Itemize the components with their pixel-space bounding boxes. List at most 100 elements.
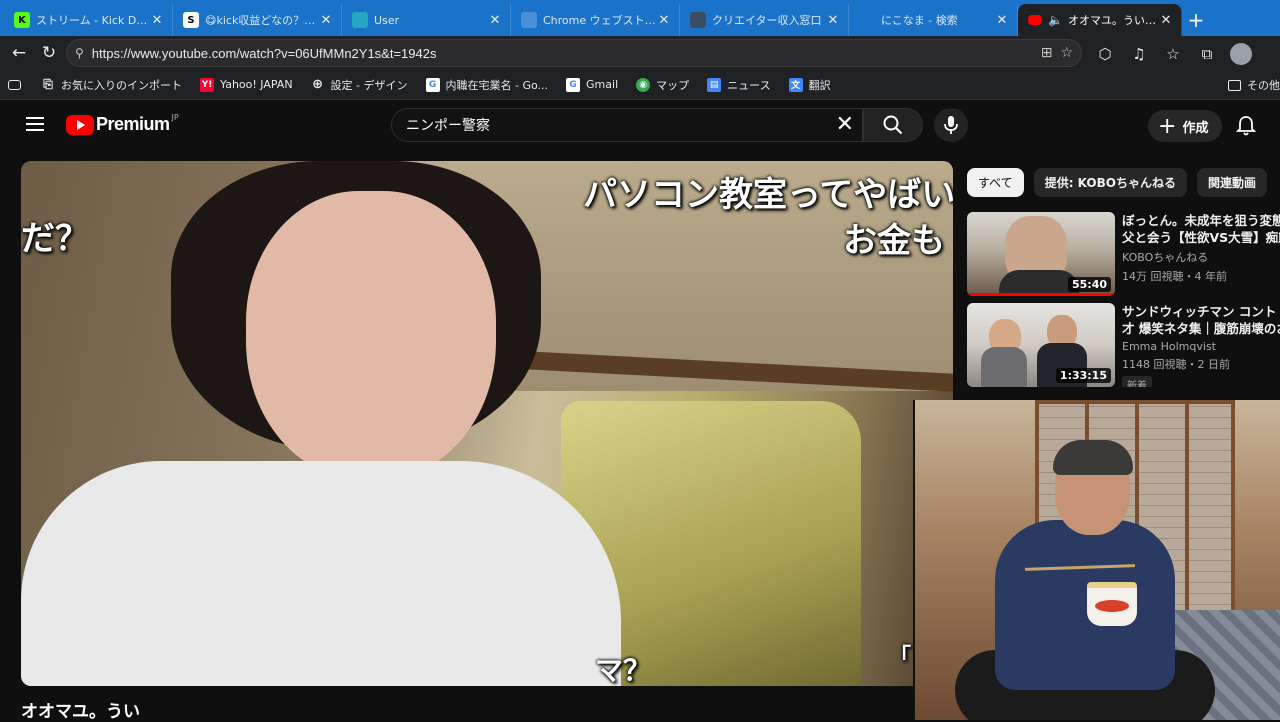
bookmark-news[interactable]: ▤ ニュース [707, 77, 771, 93]
video-title[interactable]: サンドウィッチマン コント・ 才 爆笑ネタ集｜腹筋崩壊のお [1122, 303, 1280, 337]
menu-icon[interactable] [26, 117, 44, 131]
video-stats: 14万 回視聴・4 年前 [1122, 270, 1227, 283]
search-icon [883, 115, 903, 135]
bookmark-label: その他 [1247, 79, 1280, 92]
microphone-icon [944, 116, 958, 134]
youtube-logo-icon [66, 114, 94, 135]
bookmark-translate[interactable]: 文 翻訳 [788, 77, 831, 93]
region-label: JP [171, 113, 179, 122]
tab-kick-dashboard[interactable]: K ストリーム - Kick Dashboard ✕ [4, 4, 173, 36]
url-text[interactable]: https://www.youtube.com/watch?v=06UfMMn2… [92, 46, 1041, 61]
chip-related[interactable]: 関連動画 [1196, 168, 1267, 197]
search-input[interactable]: ニンポー警察 ✕ [391, 108, 863, 142]
app-grid-icon[interactable]: ⊞ [1041, 45, 1053, 61]
search-query[interactable]: ニンポー警察 [406, 115, 490, 135]
bookmark-google-search[interactable]: G 内職在宅業名 - Go... [425, 77, 548, 93]
pip-noodle-cup [1087, 582, 1137, 626]
web-store-icon [521, 12, 537, 28]
video-caption-left: だ？ [21, 219, 89, 259]
extensions-icon[interactable]: ⬡ [1090, 39, 1120, 69]
tab-user[interactable]: User ✕ [342, 4, 511, 36]
gmail-icon: G [566, 77, 581, 92]
chip-channel[interactable]: 提供: KOBOちゃんねる [1033, 168, 1187, 197]
pip-person-body [995, 520, 1175, 690]
new-tab-button[interactable]: + [1182, 4, 1210, 36]
video-player[interactable]: パソコン教室ってやばい お金も だ？ マ？ 「 [21, 161, 953, 686]
favorites-icon[interactable]: ☆ [1158, 39, 1188, 69]
channel-name[interactable]: KOBOちゃんねる [1122, 249, 1280, 265]
voice-search-button[interactable] [934, 108, 968, 142]
clear-search-icon[interactable]: ✕ [836, 112, 854, 137]
bookmark-label: Gmail [586, 78, 619, 91]
close-icon[interactable]: ✕ [1159, 13, 1173, 28]
title-line: 父と会う【性欲VS大雪】痴態 [1122, 230, 1280, 245]
tab-title: 😋kick収益どなの？😋 An [205, 14, 319, 27]
picture-in-picture-video[interactable] [913, 400, 1280, 720]
favorite-star-icon[interactable]: ☆ [1060, 45, 1073, 61]
bookmark-label: お気に入りのインポート [61, 78, 182, 92]
bookmark-other-folder[interactable]: その他 [1228, 77, 1280, 93]
folder-icon [1228, 79, 1241, 91]
site-info-icon[interactable]: ⚲ [75, 46, 84, 60]
bookmark-label: マップ [656, 78, 690, 92]
title-line: サンドウィッチマン コント・ [1122, 304, 1280, 319]
notifications-bell-icon[interactable] [1234, 114, 1258, 138]
bookmarks-bar: ⎘ お気に入りのインポート Y! Yahoo! JAPAN ⊕ 設定 - デザイ… [0, 70, 1280, 100]
video-caption-bottom: マ？ [595, 654, 652, 686]
close-icon[interactable]: ✕ [995, 13, 1009, 28]
bookmark-label: ニュース [727, 78, 771, 92]
bookmark-maps[interactable]: ◉ マップ [636, 77, 689, 93]
media-control-icon[interactable]: ♫ [1124, 39, 1154, 69]
profile-avatar[interactable] [1230, 43, 1252, 65]
title-line: ぼっとん。未成年を狙う変態 [1122, 213, 1280, 228]
browser-toolbar: ← ↻ ⚲ https://www.youtube.com/watch?v=06… [0, 36, 1280, 70]
speaker-icon[interactable]: 🔈 [1048, 13, 1063, 27]
tab-actions-icon[interactable] [8, 79, 27, 90]
video-thumbnail[interactable]: 1:33:15 [967, 303, 1115, 387]
close-icon[interactable]: ✕ [826, 13, 840, 28]
tab-creator-income[interactable]: クリエイター収入窓口 ✕ [680, 4, 849, 36]
recommended-video[interactable]: 1:33:15 サンドウィッチマン コント・ 才 爆笑ネタ集｜腹筋崩壊のお Em… [967, 303, 1280, 387]
search-page-icon [859, 12, 875, 28]
bookmark-gmail[interactable]: G Gmail [566, 77, 619, 92]
bookmark-settings-design[interactable]: ⊕ 設定 - デザイン [311, 77, 408, 93]
bookmark-yahoo-japan[interactable]: Y! Yahoo! JAPAN [200, 77, 293, 92]
youtube-icon [1028, 15, 1042, 25]
video-caption-second: お金も [843, 221, 945, 261]
tab-niconama-search[interactable]: にこなま - 検索 ✕ [849, 4, 1018, 36]
pip-person-hair [1053, 440, 1133, 475]
reload-button[interactable]: ↻ [34, 38, 64, 68]
video-person-shirt [21, 461, 621, 686]
recommended-video[interactable]: 55:40 ぼっとん。未成年を狙う変態 父と会う【性欲VS大雪】痴態 KOBOち… [967, 212, 1280, 296]
video-title[interactable]: ぼっとん。未成年を狙う変態 父と会う【性欲VS大雪】痴態 [1122, 212, 1280, 246]
youtube-premium-logo[interactable]: Premium JP [66, 113, 179, 135]
video-thumbnail[interactable]: 55:40 [967, 212, 1115, 296]
tab-kick-revenue[interactable]: S 😋kick収益どなの？😋 An ✕ [173, 4, 342, 36]
channel-name[interactable]: Emma Holmqvist [1122, 340, 1280, 353]
watch-progress-bar [967, 293, 1115, 296]
address-bar[interactable]: ⚲ https://www.youtube.com/watch?v=06UfMM… [66, 39, 1082, 67]
close-icon[interactable]: ✕ [488, 13, 502, 28]
bookmark-label: 設定 - デザイン [330, 78, 408, 92]
chip-all[interactable]: すべて [967, 168, 1024, 197]
tab-chrome-web-store[interactable]: Chrome ウェブストア - 拡張 ✕ [511, 4, 680, 36]
plus-icon: + [1158, 113, 1177, 139]
back-button[interactable]: ← [4, 38, 34, 68]
bookmark-import-favorites[interactable]: ⎘ お気に入りのインポート [41, 77, 182, 93]
youtube-header: Premium JP ニンポー警察 ✕ + 作成 [0, 101, 1280, 151]
close-icon[interactable]: ✕ [657, 13, 671, 28]
thumbnail-body [981, 347, 1027, 387]
collections-icon[interactable]: ⧉ [1192, 39, 1222, 69]
globe-icon: ⊕ [312, 77, 323, 92]
tab-youtube-active[interactable]: 🔈 オオマユ。うい - YouTube ✕ [1018, 4, 1182, 36]
tab-title: Chrome ウェブストア - 拡張 [543, 14, 657, 27]
video-stats: 1148 回視聴・2 日前 [1122, 358, 1230, 371]
create-button[interactable]: + 作成 [1148, 110, 1223, 142]
close-icon[interactable]: ✕ [319, 13, 333, 28]
search-button[interactable] [863, 108, 923, 142]
close-icon[interactable]: ✕ [150, 13, 164, 28]
tab-title: User [374, 13, 400, 27]
bookmark-label: 翻訳 [808, 78, 831, 92]
page-icon: S [183, 12, 199, 28]
new-badge: 新着 [1122, 376, 1152, 387]
